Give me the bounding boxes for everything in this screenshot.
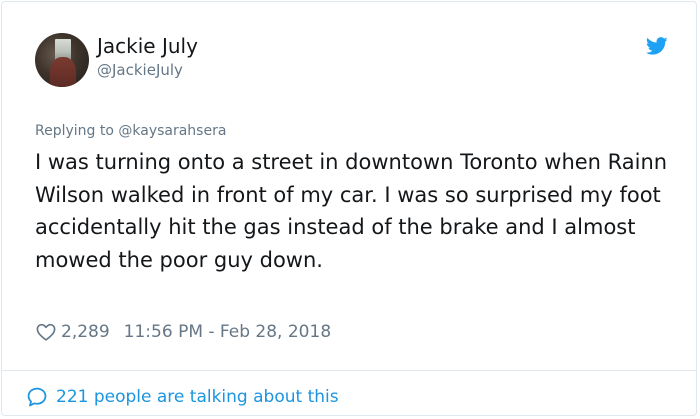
author-handle[interactable]: @JackieJuly [97, 60, 183, 80]
tweet-timestamp[interactable]: 11:56 PM - Feb 28, 2018 [124, 322, 331, 342]
avatar-figure [50, 57, 76, 87]
speech-bubble-icon [27, 387, 47, 407]
heart-icon[interactable] [35, 321, 57, 343]
replying-to-label[interactable]: Replying to @kaysarahsera [35, 121, 226, 141]
avatar[interactable] [35, 33, 89, 87]
conversation-link-label: 221 people are talking about this [56, 387, 339, 407]
tweet-card: Jackie July @JackieJuly Replying to @kay… [1, 1, 697, 416]
divider [2, 370, 696, 371]
like-count[interactable]: 2,289 [61, 322, 110, 342]
conversation-link[interactable]: 221 people are talking about this [26, 384, 339, 410]
author-display-name[interactable]: Jackie July [97, 34, 198, 58]
tweet-meta: 2,289 11:56 PM - Feb 28, 2018 [35, 320, 331, 344]
twitter-bird-icon[interactable] [645, 35, 669, 57]
tweet-text: I was turning onto a street in downtown … [35, 150, 668, 272]
